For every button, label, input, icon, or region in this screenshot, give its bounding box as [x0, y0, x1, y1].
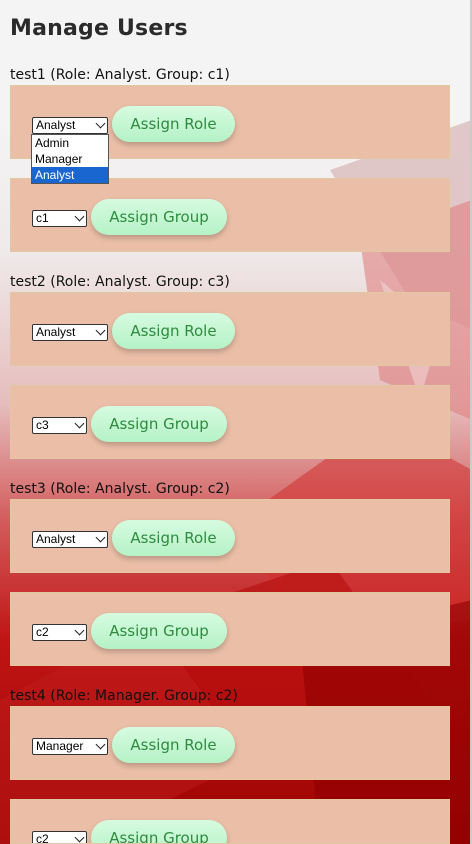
group-card-test3: c2 Assign Group [10, 592, 450, 666]
chevron-down-icon [95, 532, 106, 543]
assign-group-button[interactable]: Assign Group [91, 820, 227, 843]
role-card-test3: Analyst Assign Role [10, 499, 450, 573]
group-select[interactable]: c2 [32, 624, 87, 641]
group-select-value: c3 [36, 418, 49, 432]
role-select-value: Analyst [36, 532, 76, 546]
assign-group-button[interactable]: Assign Group [91, 613, 227, 649]
group-card-test4: c2 Assign Group [10, 799, 450, 844]
group-card-test1: c1 Assign Group [10, 178, 450, 252]
page-title: Manage Users [10, 16, 188, 41]
group-select[interactable]: c3 [32, 417, 87, 434]
user-label-test4: test4 (Role: Manager. Group: c2) [10, 688, 238, 704]
role-select-value: Analyst [36, 118, 76, 132]
user-label-test1: test1 (Role: Analyst. Group: c1) [10, 67, 230, 83]
assign-group-button[interactable]: Assign Group [91, 199, 227, 235]
role-option-analyst[interactable]: Analyst [32, 167, 108, 183]
chevron-down-icon [74, 211, 85, 222]
chevron-down-icon [95, 325, 106, 336]
assign-role-button[interactable]: Assign Role [112, 106, 235, 142]
role-dropdown-list: Admin Manager Analyst [31, 134, 109, 184]
role-card-test2: Analyst Assign Role [10, 292, 450, 366]
assign-role-button[interactable]: Assign Role [112, 313, 235, 349]
role-select[interactable]: Manager [32, 738, 108, 755]
role-card-test4: Manager Assign Role [10, 706, 450, 780]
group-select[interactable]: c2 [32, 831, 87, 844]
role-select-value: Analyst [36, 325, 76, 339]
group-select-value: c1 [36, 211, 49, 225]
role-select[interactable]: Analyst [32, 117, 108, 134]
role-option-manager[interactable]: Manager [32, 151, 108, 167]
assign-role-button[interactable]: Assign Role [112, 520, 235, 556]
chevron-down-icon [74, 625, 85, 636]
chevron-down-icon [74, 418, 85, 429]
group-select-value: c2 [36, 625, 49, 639]
user-label-test2: test2 (Role: Analyst. Group: c3) [10, 274, 230, 290]
group-select[interactable]: c1 [32, 210, 87, 227]
role-select[interactable]: Analyst [32, 531, 108, 548]
chevron-down-icon [95, 118, 106, 129]
role-select[interactable]: Analyst [32, 324, 108, 341]
group-select-value: c2 [36, 832, 49, 844]
role-select-value: Manager [36, 739, 84, 753]
chevron-down-icon [95, 739, 106, 750]
chevron-down-icon [74, 832, 85, 843]
user-label-test3: test3 (Role: Analyst. Group: c2) [10, 481, 230, 497]
assign-role-button[interactable]: Assign Role [112, 727, 235, 763]
group-card-test2: c3 Assign Group [10, 385, 450, 459]
role-option-admin[interactable]: Admin [32, 135, 108, 151]
assign-group-button[interactable]: Assign Group [91, 406, 227, 442]
